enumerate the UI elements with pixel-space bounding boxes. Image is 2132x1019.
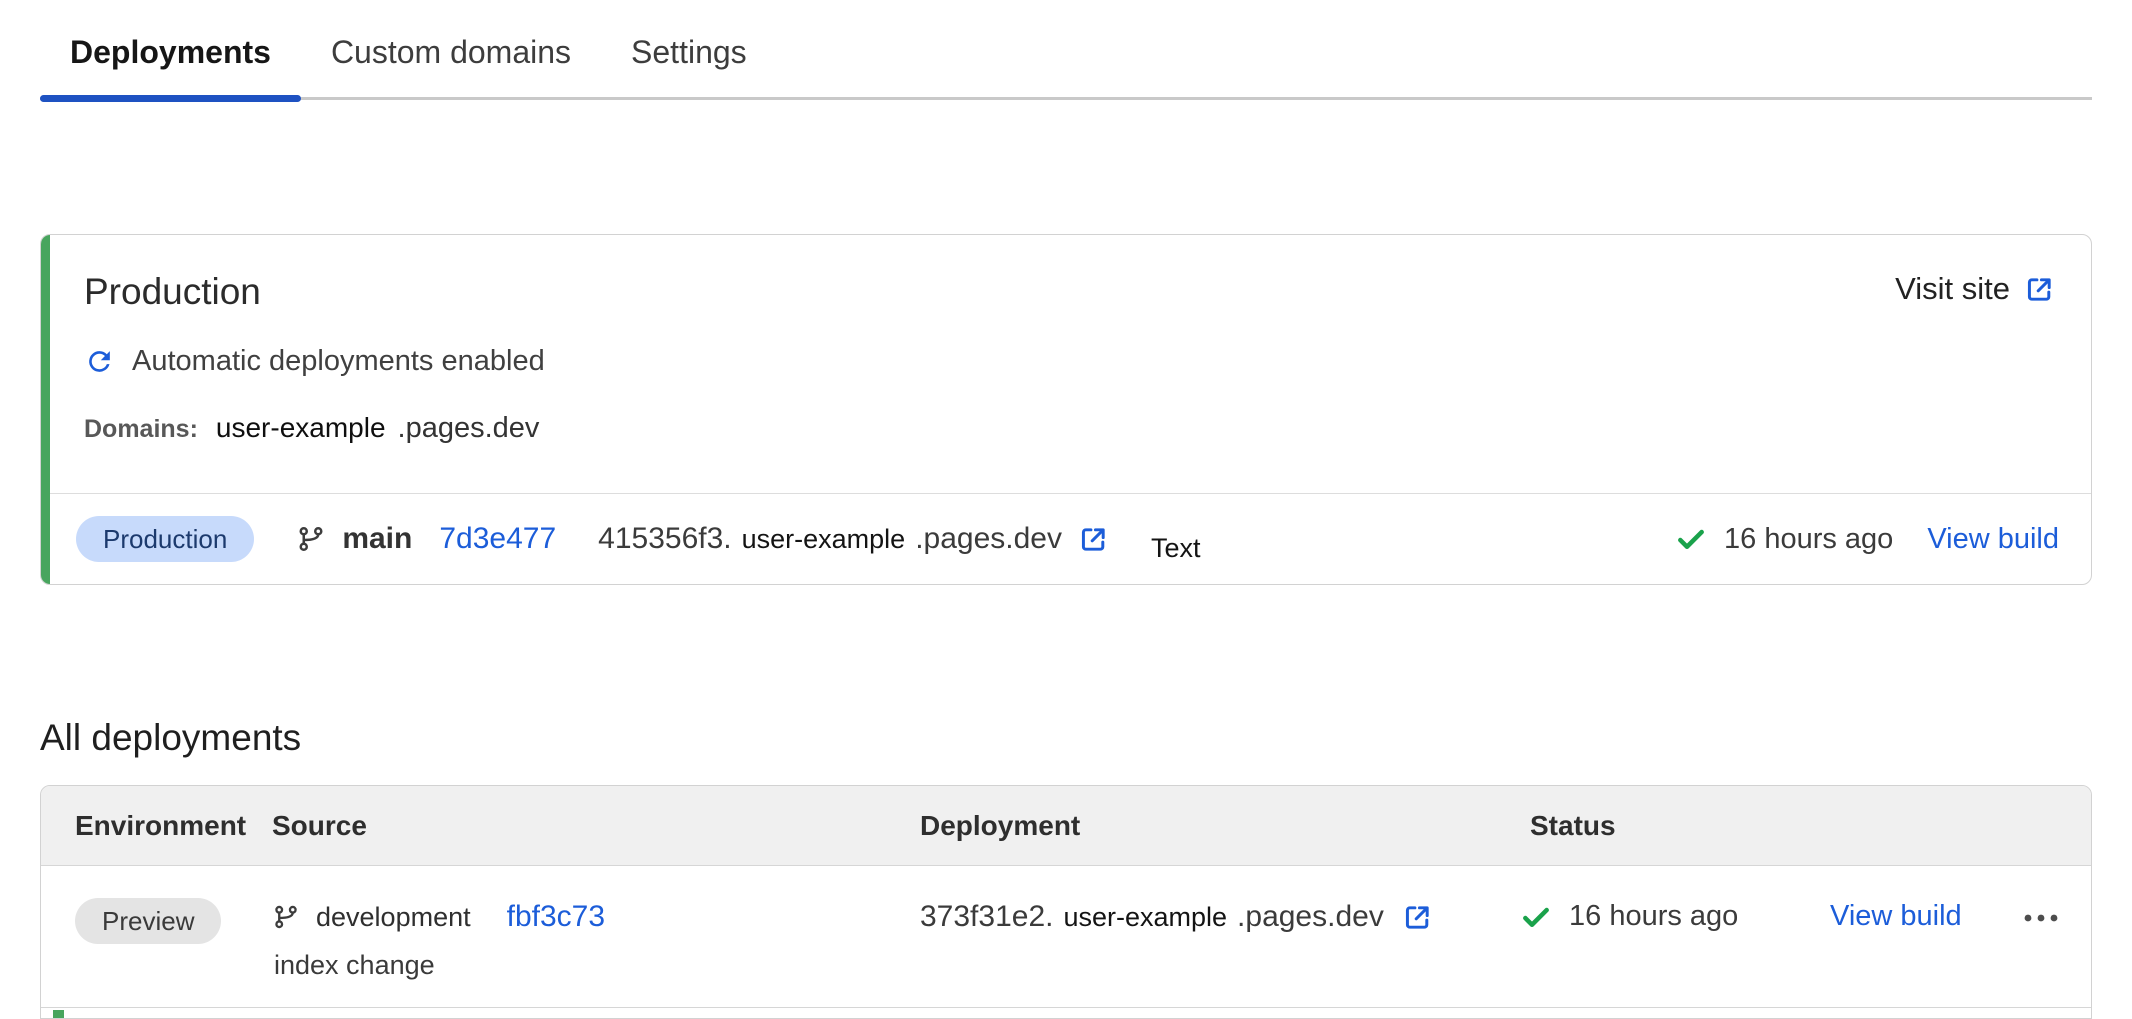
external-link-icon[interactable] — [1402, 902, 1433, 933]
production-card: Production Visit site Automatic deployme… — [40, 234, 2092, 585]
external-link-icon — [2024, 274, 2055, 305]
deployment-url-prefix: 373f31e2. — [920, 900, 1053, 934]
deployment-url-name: user-example — [1063, 902, 1227, 933]
more-options-icon[interactable] — [2021, 906, 2061, 930]
environment-badge: Preview — [75, 898, 221, 944]
success-check-icon — [1675, 523, 1707, 555]
git-branch-icon — [296, 523, 326, 555]
column-header-status: Status — [1530, 810, 1830, 842]
deployment-url[interactable]: 415356f3. user-example .pages.dev — [598, 522, 1109, 556]
environment-badge: Production — [76, 516, 254, 562]
column-header-source: Source — [272, 810, 920, 842]
deployment-url-name: user-example — [742, 524, 906, 555]
deployment-url-suffix: .pages.dev — [1237, 900, 1384, 934]
deployment-url-suffix: .pages.dev — [915, 522, 1062, 556]
tab-custom-domains[interactable]: Custom domains — [301, 22, 601, 97]
git-branch-icon — [272, 902, 300, 932]
deployment-time: 16 hours ago — [1724, 523, 1893, 556]
auto-deployments-text: Automatic deployments enabled — [132, 345, 545, 378]
view-build-link[interactable]: View build — [1927, 523, 2059, 556]
tab-bar: Deployments Custom domains Settings — [40, 0, 2092, 100]
commit-link[interactable]: fbf3c73 — [507, 900, 605, 934]
column-header-environment: Environment — [75, 810, 272, 842]
commit-link[interactable]: 7d3e477 — [439, 522, 556, 556]
all-deployments-title: All deployments — [40, 717, 2092, 759]
table-header-row: Environment Source Deployment Status — [41, 786, 2091, 866]
commit-message-text: index change — [272, 950, 920, 981]
production-indicator-bar — [41, 235, 50, 584]
branch-name: main — [342, 522, 412, 556]
commit-message-text: Text — [1151, 533, 1201, 564]
view-build-link[interactable]: View build — [1830, 900, 1962, 933]
next-row-production-indicator — [41, 1008, 2091, 1018]
refresh-icon — [84, 346, 115, 377]
domain-name: user-example — [216, 412, 386, 444]
tab-settings[interactable]: Settings — [601, 22, 777, 97]
domain-suffix: .pages.dev — [398, 412, 540, 445]
tab-deployments[interactable]: Deployments — [40, 22, 301, 97]
visit-site-link[interactable]: Visit site — [1895, 271, 2055, 307]
column-header-deployment: Deployment — [920, 810, 1530, 842]
external-link-icon[interactable] — [1078, 524, 1109, 555]
deployments-table: Environment Source Deployment Status Pre… — [40, 785, 2092, 1019]
domains-label: Domains: — [84, 415, 198, 444]
deployment-time: 16 hours ago — [1569, 900, 1738, 933]
visit-site-label: Visit site — [1895, 271, 2010, 307]
branch-name: development — [316, 902, 471, 933]
deployment-url-prefix: 415356f3. — [598, 522, 731, 556]
deployment-url[interactable]: 373f31e2. user-example .pages.dev — [920, 900, 1530, 934]
table-row: Preview development fbf3c73 index change — [41, 866, 2091, 1008]
production-card-title: Production — [84, 271, 261, 313]
production-deployment-row: Production main 7d3e477 415356f3. user-e… — [41, 493, 2091, 584]
success-check-icon — [1520, 901, 1552, 933]
